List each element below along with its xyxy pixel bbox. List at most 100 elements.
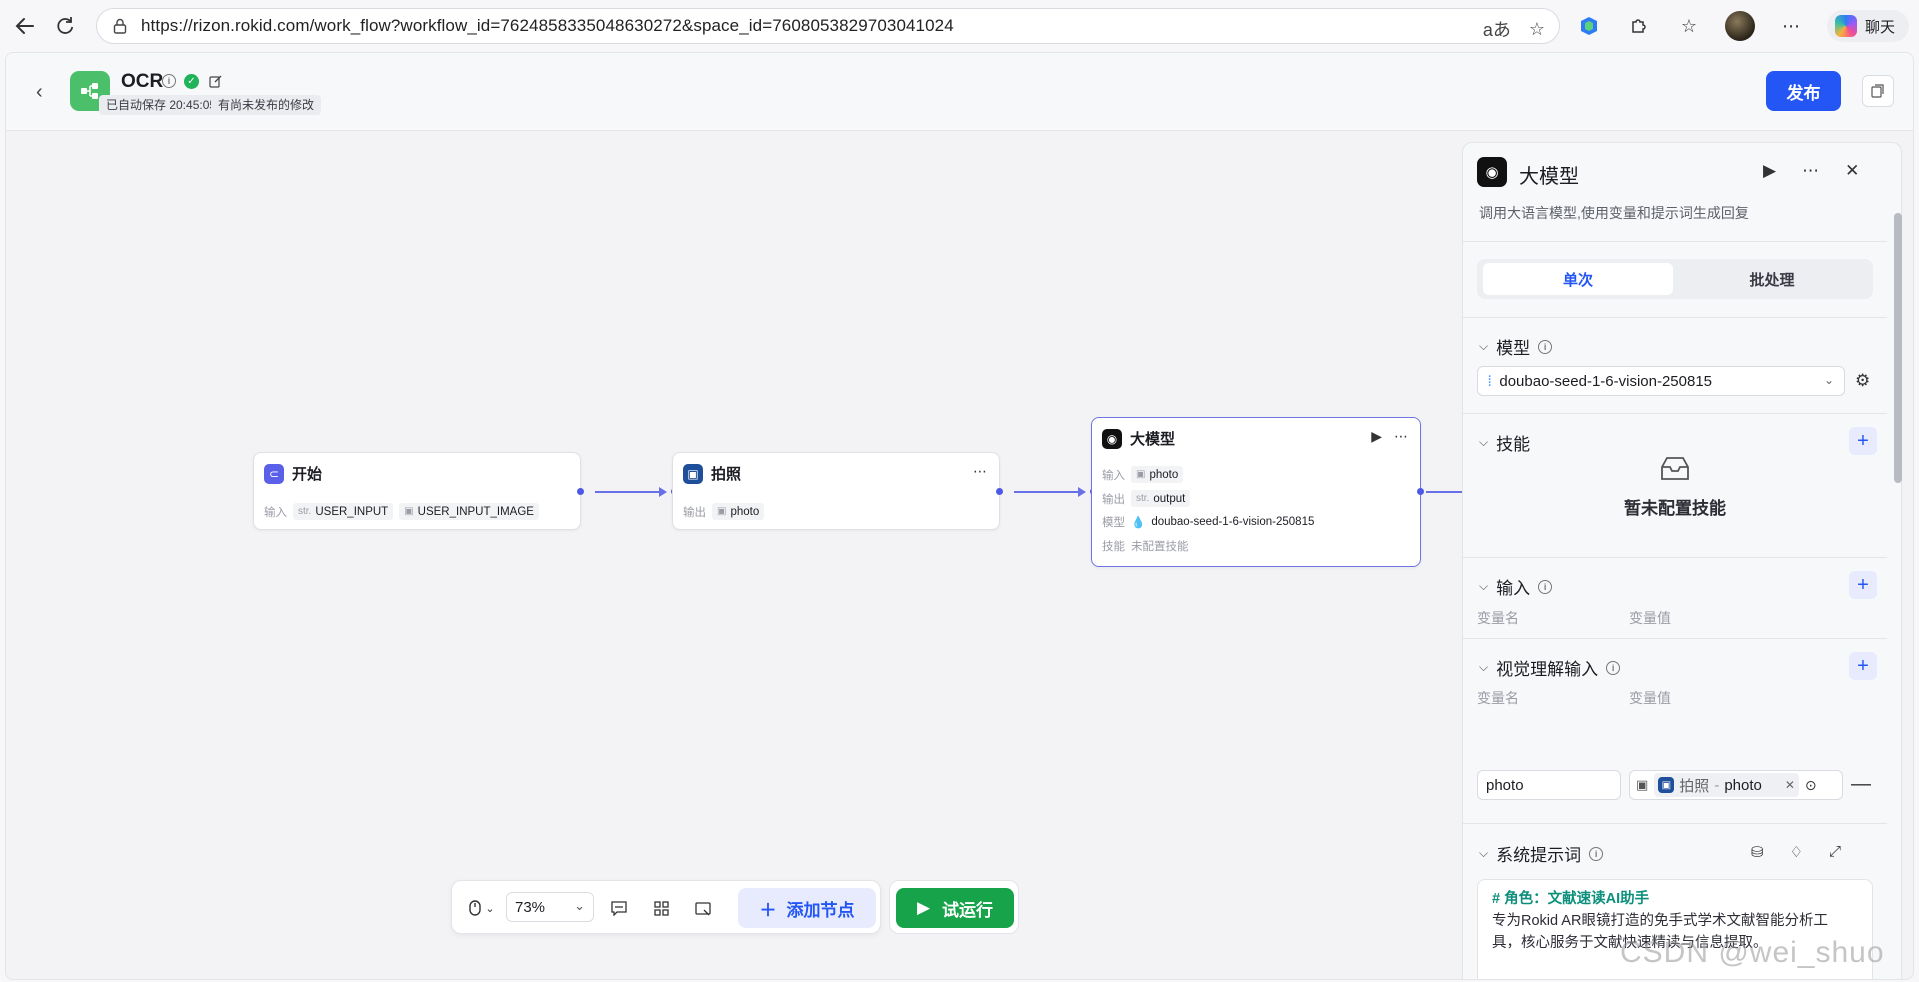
duplicate-icon[interactable] [1862,75,1894,107]
remove-vision-input-icon[interactable]: — [1851,773,1871,796]
model-wave-icon: ⦙ [1488,372,1492,390]
vision-section-label: 视觉理解输入 [1496,660,1599,679]
info-icon: i [1589,846,1604,861]
input-section-header[interactable]: ⌵ 输入 i [1479,574,1553,599]
llm-node-title: 大模型 [1130,431,1176,448]
start-icon: ⊂ [264,463,284,484]
vision-section-header[interactable]: ⌵ 视觉理解输入 i [1479,655,1621,680]
back-arrow-icon[interactable] [10,11,40,41]
more-icon[interactable]: ⋯ [1394,428,1408,445]
mouse-mode-icon[interactable]: ⌄ [464,893,500,923]
model-section-header[interactable]: ⌵ 模型 i [1479,334,1553,359]
copilot-chat-button[interactable]: 聊天 [1827,10,1910,42]
model-section-label: 模型 [1496,339,1531,358]
watermark: CSDN @wei_shuo [1620,936,1885,969]
add-node-label: 添加节点 [786,900,855,920]
chevron-down-icon: ⌄ [1823,373,1834,387]
info-icon[interactable]: i [162,74,176,88]
llm-model-value: doubao-seed-1-6-vision-250815 [1151,516,1315,528]
chevron-down-icon: ⌵ [1479,339,1489,353]
workflow-app: ‹ OCR i ✓ 已自动保存 20:45:05 有尚未发布的修改 发布 ⊂ 开… [5,52,1914,980]
camera-icon: ▣ [1658,777,1675,793]
clear-icon[interactable]: ✕ [1785,778,1795,792]
image-icon: ▣ [1136,469,1146,480]
edit-icon[interactable] [207,73,223,89]
model-select[interactable]: ⦙ doubao-seed-1-6-vision-250815 ⌄ [1477,366,1845,396]
zoom-select[interactable]: 73% ⌄ [506,892,594,922]
var-value-header: 变量值 [1629,610,1671,626]
edge-photo-llm[interactable] [1014,491,1080,493]
llm-model-label: 模型 [1102,517,1125,529]
photo-output-port[interactable] [996,488,1003,495]
zoom-value: 73% [515,898,546,916]
edge-start-photo[interactable] [595,491,661,493]
system-prompt-section-label: 系统提示词 [1496,846,1582,865]
chevron-down-icon: ⌵ [1479,435,1489,449]
start-input-image-chip: ▣ USER_INPUT_IMAGE [399,503,539,520]
llm-output-chip: str. output [1131,490,1191,507]
close-icon[interactable]: ✕ [1845,161,1859,181]
favorite-star-icon[interactable]: ☆ [1529,19,1545,40]
photo-output-label: 输出 [683,506,706,519]
image-type-icon[interactable]: ▣ [1634,777,1650,793]
url-text[interactable]: https://rizon.rokid.com/work_flow?workfl… [141,16,954,36]
favorites-list-icon[interactable]: ☆ [1675,12,1703,40]
vision-var-value-field[interactable]: ▣ ▣ 拍照 - photo ✕ ⊙ [1629,770,1843,800]
vision-var-name-header: 变量名 [1477,690,1519,706]
reload-icon[interactable] [50,11,80,41]
site-info-icon[interactable] [111,17,129,35]
test-run-button[interactable]: ▶ 试运行 [896,888,1014,928]
tab-batch[interactable]: 批处理 [1677,263,1867,295]
workflow-title: OCR [121,71,164,92]
run-node-icon[interactable]: ▶ [1371,428,1382,445]
photo-node-title: 拍照 [711,466,742,483]
add-skill-button[interactable]: + [1849,427,1877,455]
layout-grid-icon[interactable] [646,893,676,923]
back-chevron-icon[interactable]: ‹ [36,81,43,104]
model-settings-gear-icon[interactable]: ⚙ [1855,371,1870,391]
more-icon[interactable]: ⋯ [973,463,987,480]
panel-scrollbar[interactable] [1894,213,1902,483]
target-select-icon[interactable]: ⊙ [1805,777,1817,794]
expand-icon[interactable]: ⤢ [1829,843,1841,861]
llm-icon: ◉ [1102,428,1122,449]
extensions-puzzle-icon[interactable] [1625,12,1653,40]
empty-inbox-icon [1661,457,1689,480]
prompt-optimize-bulb-icon[interactable]: ♢ [1790,843,1803,861]
panel-description: 调用大语言模型,使用变量和提示词生成回复 [1479,205,1749,221]
skill-section-header[interactable]: ⌵ 技能 [1479,430,1530,455]
vision-var-name-input[interactable]: photo [1477,770,1621,800]
llm-input-chip: ▣ photo [1131,466,1184,483]
test-run-label: 试运行 [942,900,994,920]
camera-icon: ▣ [683,463,703,484]
more-icon[interactable]: ⋯ [1802,161,1819,181]
prompt-line-1: 专为Rokid AR眼镜打造的免手式学术文献智能分析工 [1492,913,1828,929]
system-prompt-section-header[interactable]: ⌵ 系统提示词 i [1479,841,1604,866]
photo-node[interactable]: ▣ 拍照 ⋯ 输出 ▣ photo [672,452,1000,530]
divider [1463,557,1887,558]
publish-button[interactable]: 发布 [1766,71,1841,111]
profile-avatar[interactable] [1725,11,1755,41]
start-node[interactable]: ⊂ 开始 输入 str. USER_INPUT ▣ USER_INPUT_IMAGE [253,452,581,530]
edge-llm-next[interactable] [1426,491,1462,493]
model-select-value: doubao-seed-1-6-vision-250815 [1499,372,1713,390]
extension-shield-icon[interactable] [1575,12,1603,40]
more-menu-icon[interactable]: ⋯ [1777,12,1805,40]
llm-output-port[interactable] [1417,488,1424,495]
panel-title: 大模型 [1519,166,1579,188]
minimap-icon[interactable] [688,893,718,923]
chevron-down-icon: ⌵ [1479,579,1489,593]
add-vision-input-button[interactable]: + [1849,652,1877,680]
tab-single[interactable]: 单次 [1483,263,1673,295]
var-name-header: 变量名 [1477,610,1519,626]
add-node-button[interactable]: ＋ 添加节点 [738,888,876,928]
run-node-icon[interactable]: ▶ [1763,161,1776,181]
translate-icon[interactable]: aあ [1483,16,1511,42]
address-bar[interactable]: https://rizon.rokid.com/work_flow?workfl… [96,8,1560,44]
prompt-library-icon[interactable]: ⛁ [1751,843,1764,861]
start-output-port[interactable] [577,488,584,495]
add-input-button[interactable]: + [1849,571,1877,599]
run-button-wrap: ▶ 试运行 [889,880,1019,934]
comment-icon[interactable] [604,893,634,923]
llm-node[interactable]: ◉ 大模型 ▶ ⋯ 输入 ▣ photo 输出 str. output 模型 💧 d… [1091,417,1421,567]
